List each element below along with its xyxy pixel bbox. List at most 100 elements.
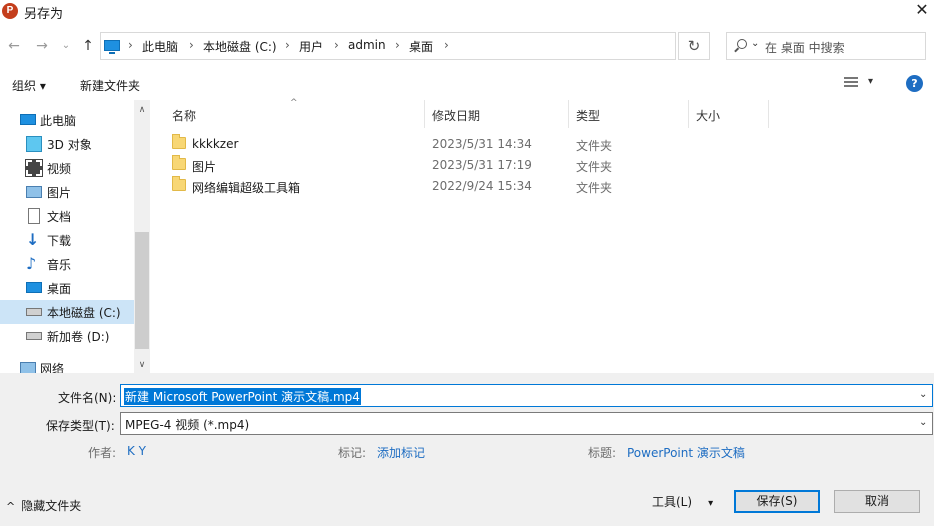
add-tags-link[interactable]: 添加标记 <box>377 444 425 461</box>
filetype-select[interactable]: MPEG-4 视频 (*.mp4) ⌄ <box>120 412 933 435</box>
network-icon <box>20 362 36 373</box>
title-bar: P 另存为 ✕ <box>0 0 934 22</box>
scroll-up-button[interactable]: ∧ <box>134 102 150 118</box>
powerpoint-app-icon: P <box>2 3 18 19</box>
drive-icon <box>26 308 42 316</box>
column-header-size[interactable]: 大小 <box>696 107 720 124</box>
sort-ascending-icon: ^ <box>290 98 298 108</box>
file-list-header: 名称 修改日期 类型 大小 <box>152 100 934 128</box>
nav-item-label: 新加卷 (D:) <box>47 330 110 344</box>
desktop-icon <box>26 282 42 293</box>
nav-item-videos[interactable]: 视频 <box>0 156 134 180</box>
nav-item-label: 本地磁盘 (C:) <box>47 306 121 320</box>
breadcrumb-local-disk[interactable]: 本地磁盘 (C:) <box>203 38 277 55</box>
breadcrumb-separator[interactable]: › <box>395 38 400 52</box>
nav-item-label: 3D 对象 <box>47 138 92 152</box>
breadcrumb-separator[interactable]: › <box>189 38 194 52</box>
filetype-dropdown-arrow[interactable]: ⌄ <box>919 417 927 428</box>
file-row-pictures[interactable]: 图片 2023/5/31 17:19 文件夹 <box>152 155 934 176</box>
nav-item-3d-objects[interactable]: 3D 对象 <box>0 132 134 156</box>
title-label: 标题: <box>588 446 617 460</box>
back-button[interactable]: ← <box>4 36 24 56</box>
computer-icon <box>20 114 36 125</box>
title-value[interactable]: PowerPoint 演示文稿 <box>627 444 745 461</box>
column-divider[interactable] <box>568 100 569 128</box>
nav-item-network[interactable]: 网络 <box>0 356 134 373</box>
column-divider[interactable] <box>768 100 769 128</box>
nav-item-local-disk-c[interactable]: 本地磁盘 (C:) <box>0 300 134 324</box>
author-value[interactable]: K Y <box>127 444 146 458</box>
new-folder-button[interactable]: 新建文件夹 <box>80 77 140 94</box>
cube-icon <box>26 136 42 152</box>
nav-item-label: 桌面 <box>47 282 72 296</box>
breadcrumb-desktop[interactable]: 桌面 <box>409 38 433 55</box>
filetype-label: 保存类型(T): <box>46 419 115 433</box>
chevron-up-icon: ^ <box>6 500 16 513</box>
breadcrumb-separator[interactable]: › <box>128 38 133 52</box>
view-options-icon[interactable] <box>844 77 858 89</box>
filename-history-dropdown[interactable]: ⌄ <box>919 389 927 400</box>
author-label: 作者: <box>88 446 117 460</box>
folder-icon <box>172 176 186 191</box>
nav-item-downloads[interactable]: ↓ 下载 <box>0 228 134 252</box>
file-row-toolbox[interactable]: 网络编辑超级工具箱 2022/9/24 15:34 文件夹 <box>152 176 934 197</box>
folder-icon <box>172 155 186 170</box>
forward-button[interactable]: → <box>32 36 52 56</box>
nav-item-desktop[interactable]: 桌面 <box>0 276 134 300</box>
column-divider[interactable] <box>424 100 425 128</box>
download-icon: ↓ <box>26 230 40 249</box>
tools-label: 工具(L) <box>652 495 693 509</box>
filename-label: 文件名(N): <box>58 391 117 405</box>
nav-item-label: 网络 <box>40 362 65 373</box>
file-name: 图片 <box>192 160 217 174</box>
file-name: 网络编辑超级工具箱 <box>192 181 301 195</box>
address-bar[interactable]: › 此电脑 › 本地磁盘 (C:) › 用户 › admin › 桌面 › ⌄ <box>100 32 759 60</box>
up-button[interactable]: ↑ <box>78 36 98 56</box>
column-divider[interactable] <box>688 100 689 128</box>
save-button[interactable]: 保存(S) <box>734 490 820 513</box>
scroll-down-button[interactable]: ∨ <box>134 357 150 373</box>
breadcrumb-admin[interactable]: admin <box>348 38 386 52</box>
column-header-name[interactable]: 名称 <box>172 107 196 124</box>
cancel-button[interactable]: 取消 <box>834 490 920 513</box>
toolbar: 组织 ▾ 新建文件夹 ▾ ? <box>0 70 934 98</box>
nav-pane-scrollbar-thumb[interactable] <box>135 232 149 349</box>
refresh-button[interactable]: ↻ <box>678 32 710 60</box>
recent-locations-dropdown[interactable]: ⌄ <box>56 36 76 56</box>
video-icon <box>25 159 43 177</box>
file-type: 文件夹 <box>576 160 613 174</box>
hide-folders-label: 隐藏文件夹 <box>21 499 82 513</box>
nav-item-this-pc[interactable]: 此电脑 <box>0 108 134 132</box>
nav-item-label: 视频 <box>47 162 72 176</box>
tools-button[interactable]: 工具(L) ▾ <box>652 493 713 510</box>
help-icon[interactable]: ? <box>906 75 923 92</box>
search-input[interactable]: 在 桌面 中搜索 <box>726 32 926 60</box>
breadcrumb-users[interactable]: 用户 <box>299 38 323 55</box>
file-modified: 2022/9/24 15:34 <box>432 179 532 193</box>
breadcrumb-separator[interactable]: › <box>444 38 449 52</box>
file-row-kkkkzer[interactable]: kkkkzer 2023/5/31 14:34 文件夹 <box>152 134 934 155</box>
nav-item-music[interactable]: ♪ 音乐 <box>0 252 134 276</box>
breadcrumb-separator[interactable]: › <box>285 38 290 52</box>
document-icon <box>28 208 40 224</box>
music-icon: ♪ <box>26 254 37 273</box>
nav-item-pictures[interactable]: 图片 <box>0 180 134 204</box>
view-dropdown-button[interactable]: ▾ <box>868 76 873 87</box>
nav-item-label: 文档 <box>47 210 72 224</box>
breadcrumb-separator[interactable]: › <box>334 38 339 52</box>
close-button[interactable]: ✕ <box>910 0 934 22</box>
organize-button[interactable]: 组织 ▾ <box>12 77 46 94</box>
filetype-value: MPEG-4 视频 (*.mp4) <box>125 418 250 432</box>
hide-folders-button[interactable]: ^ 隐藏文件夹 <box>6 497 81 514</box>
nav-item-documents[interactable]: 文档 <box>0 204 134 228</box>
filename-field[interactable]: 新建 Microsoft PowerPoint 演示文稿.mp4 ⌄ <box>120 384 933 407</box>
column-header-modified[interactable]: 修改日期 <box>432 107 480 124</box>
folder-icon <box>172 134 186 149</box>
navigation-pane: 此电脑 3D 对象 视频 图片 文档 ↓ 下载 ♪ 音乐 桌面 本地磁盘 (C:… <box>0 100 150 373</box>
file-type: 文件夹 <box>576 181 613 195</box>
breadcrumb-this-pc[interactable]: 此电脑 <box>142 38 178 55</box>
nav-item-new-volume-d[interactable]: 新加卷 (D:) <box>0 324 134 348</box>
nav-item-label: 图片 <box>47 186 72 200</box>
window-title: 另存为 <box>24 7 64 22</box>
column-header-type[interactable]: 类型 <box>576 107 600 124</box>
